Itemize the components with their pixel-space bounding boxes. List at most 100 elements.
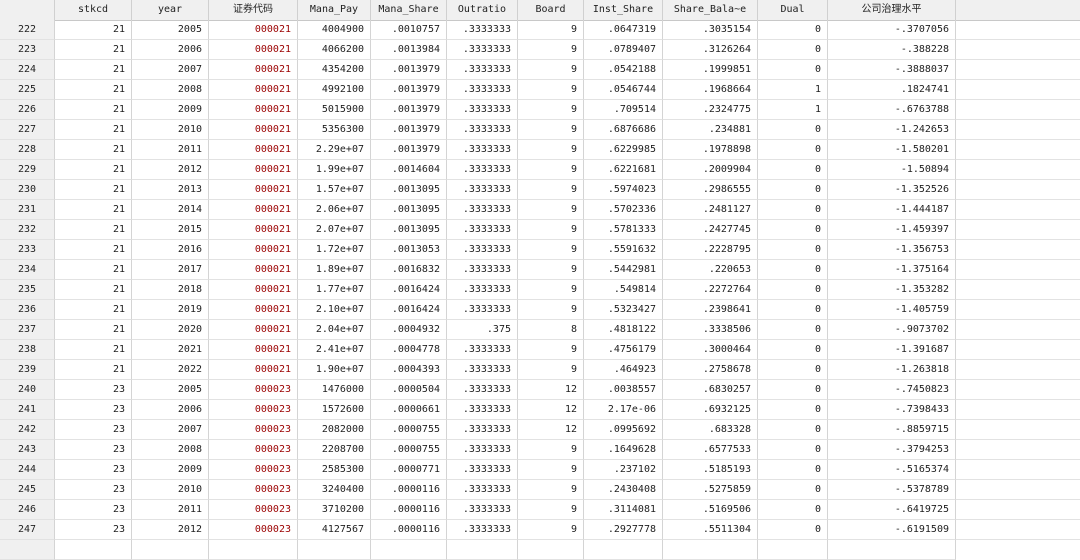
cell-outratio[interactable]: .3333333	[447, 120, 518, 140]
cell-security-code[interactable]: 000021	[209, 40, 298, 60]
cell-outratio[interactable]: .3333333	[447, 220, 518, 240]
cell-share-balance[interactable]: .5511304	[663, 520, 758, 540]
cell-mana-pay[interactable]: 1476000	[298, 380, 371, 400]
cell-board[interactable]: 9	[518, 60, 584, 80]
cell-outratio[interactable]: .3333333	[447, 240, 518, 260]
cell-governance-level[interactable]: -.5378789	[828, 480, 956, 500]
cell-governance-level[interactable]: .1824741	[828, 80, 956, 100]
cell-mana-share[interactable]: .0000116	[371, 480, 447, 500]
cell-year[interactable]: 2013	[132, 180, 209, 200]
table-row[interactable]: 236 21 2019 000021 2.10e+07.0016424.3333333 9…	[0, 300, 1080, 320]
cell-security-code[interactable]: 000023	[209, 460, 298, 480]
cell-dual[interactable]: 0	[758, 120, 828, 140]
cell-mana-pay[interactable]: 5356300	[298, 120, 371, 140]
cell-board[interactable]: 9	[518, 300, 584, 320]
cell-year[interactable]: 2005	[132, 380, 209, 400]
cell-mana-share[interactable]: .0016424	[371, 280, 447, 300]
cell-security-code[interactable]: 000021	[209, 140, 298, 160]
cell-outratio[interactable]: .3333333	[447, 360, 518, 380]
cell-security-code[interactable]: 000021	[209, 80, 298, 100]
cell-security-code[interactable]: 000023	[209, 420, 298, 440]
cell-inst-share[interactable]: .6229985	[584, 140, 663, 160]
cell-mana-share[interactable]: .0013979	[371, 60, 447, 80]
cell-year[interactable]: 2008	[132, 440, 209, 460]
cell-security-code[interactable]: 000023	[209, 380, 298, 400]
cell-board[interactable]: 8	[518, 320, 584, 340]
cell-inst-share[interactable]: .1649628	[584, 440, 663, 460]
cell-outratio[interactable]: .3333333	[447, 480, 518, 500]
cell-mana-pay[interactable]: 1.89e+07	[298, 260, 371, 280]
cell-security-code[interactable]: 000021	[209, 180, 298, 200]
cell-mana-pay[interactable]: 4992100	[298, 80, 371, 100]
cell-share-balance[interactable]: .1999851	[663, 60, 758, 80]
cell-share-balance[interactable]: .2324775	[663, 100, 758, 120]
column-header-security-code[interactable]: 证券代码	[209, 0, 298, 20]
cell-stkcd[interactable]: 21	[55, 320, 132, 340]
cell-security-code[interactable]: 000021	[209, 240, 298, 260]
cell-governance-level[interactable]: -1.391687	[828, 340, 956, 360]
cell-security-code[interactable]: 000021	[209, 120, 298, 140]
cell-stkcd[interactable]: 21	[55, 20, 132, 40]
cell-year[interactable]: 2015	[132, 220, 209, 240]
cell-share-balance[interactable]: .5185193	[663, 460, 758, 480]
cell-stkcd[interactable]: 21	[55, 160, 132, 180]
cell-stkcd[interactable]: 21	[55, 80, 132, 100]
cell-board[interactable]: 9	[518, 340, 584, 360]
cell-mana-share[interactable]: .0013095	[371, 220, 447, 240]
cell-outratio[interactable]: .3333333	[447, 280, 518, 300]
table-row[interactable]: 235 21 2018 000021 1.77e+07.0016424.3333333 9…	[0, 280, 1080, 300]
cell-governance-level[interactable]: -.7398433	[828, 400, 956, 420]
table-row[interactable]: 225 21 2008 000021 4992100.0013979.3333333 9.…	[0, 80, 1080, 100]
column-header-governance-level[interactable]: 公司治理水平	[828, 0, 956, 20]
cell-governance-level[interactable]: -.7450823	[828, 380, 956, 400]
cell-share-balance[interactable]: .2986555	[663, 180, 758, 200]
table-row[interactable]: 233 21 2016 000021 1.72e+07.0013053.3333333 9…	[0, 240, 1080, 260]
cell-board[interactable]: 9	[518, 80, 584, 100]
cell-board[interactable]: 9	[518, 200, 584, 220]
cell-dual[interactable]: 0	[758, 300, 828, 320]
cell-security-code[interactable]: 000021	[209, 320, 298, 340]
cell-governance-level[interactable]: -.6191509	[828, 520, 956, 540]
cell-stkcd[interactable]: 21	[55, 180, 132, 200]
cell-outratio[interactable]: .3333333	[447, 200, 518, 220]
column-header-row-number[interactable]	[0, 0, 55, 20]
cell-dual[interactable]: 0	[758, 280, 828, 300]
table-row[interactable]: 231 21 2014 000021 2.06e+07.0013095.3333333 9…	[0, 200, 1080, 220]
cell-share-balance[interactable]: .5169506	[663, 500, 758, 520]
cell-mana-share[interactable]: .0013053	[371, 240, 447, 260]
cell-dual[interactable]: 0	[758, 60, 828, 80]
column-header-outratio[interactable]: Outratio	[447, 0, 518, 20]
cell-mana-share[interactable]: .0000116	[371, 520, 447, 540]
cell-board[interactable]: 9	[518, 120, 584, 140]
cell-dual[interactable]: 0	[758, 220, 828, 240]
cell-share-balance[interactable]: .1968664	[663, 80, 758, 100]
cell-mana-share[interactable]: .0000504	[371, 380, 447, 400]
cell-governance-level[interactable]: -1.405759	[828, 300, 956, 320]
cell-security-code[interactable]: 000021	[209, 60, 298, 80]
column-header-inst-share[interactable]: Inst_Share	[584, 0, 663, 20]
cell-mana-share[interactable]: .0000755	[371, 420, 447, 440]
cell-board[interactable]: 9	[518, 140, 584, 160]
cell-security-code[interactable]: 000021	[209, 20, 298, 40]
cell-share-balance[interactable]: .2398641	[663, 300, 758, 320]
table-row[interactable]: 239 21 2022 000021 1.90e+07.0004393.3333333 9…	[0, 360, 1080, 380]
cell-share-balance[interactable]: .3000464	[663, 340, 758, 360]
cell-inst-share[interactable]: .549814	[584, 280, 663, 300]
cell-mana-share[interactable]: .0013984	[371, 40, 447, 60]
column-header-year[interactable]: year	[132, 0, 209, 20]
table-row[interactable]: 226 21 2009 000021 5015900.0013979.3333333 9.…	[0, 100, 1080, 120]
cell-stkcd[interactable]: 21	[55, 200, 132, 220]
cell-inst-share[interactable]: .3114081	[584, 500, 663, 520]
cell-year[interactable]: 2012	[132, 520, 209, 540]
cell-share-balance[interactable]: .6577533	[663, 440, 758, 460]
cell-inst-share[interactable]: .0542188	[584, 60, 663, 80]
cell-stkcd[interactable]: 21	[55, 60, 132, 80]
cell-inst-share[interactable]: .5591632	[584, 240, 663, 260]
cell-governance-level[interactable]: -1.50894	[828, 160, 956, 180]
cell-governance-level[interactable]: -.5165374	[828, 460, 956, 480]
cell-mana-pay[interactable]: 2208700	[298, 440, 371, 460]
table-row[interactable]: 223 21 2006 000021 4066200.0013984.3333333 9.…	[0, 40, 1080, 60]
table-row[interactable]: 228 21 2011 000021 2.29e+07.0013979.3333333 9…	[0, 140, 1080, 160]
cell-mana-pay[interactable]: 2.29e+07	[298, 140, 371, 160]
cell-board[interactable]: 12	[518, 400, 584, 420]
